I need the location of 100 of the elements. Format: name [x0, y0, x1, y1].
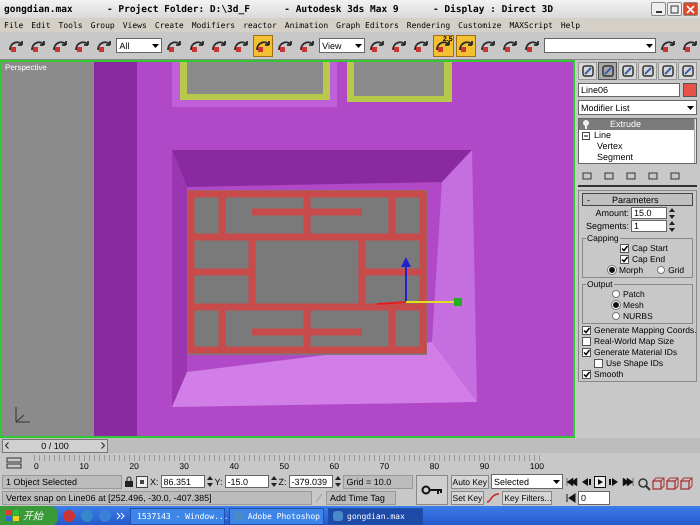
light-bulb-icon[interactable] [582, 120, 590, 129]
command-panel-tab[interactable] [678, 62, 697, 80]
time-slider-thumb[interactable]: 0 / 100 [2, 438, 108, 452]
menu-item[interactable]: Modifiers [192, 20, 236, 30]
current-frame-field[interactable]: 0 [578, 490, 610, 504]
dropdown[interactable]: All [116, 38, 162, 53]
right-chevron-icon[interactable] [101, 442, 105, 449]
maximize-button[interactable] [667, 2, 682, 16]
start-button[interactable]: 开始 [0, 506, 58, 525]
time-tag-field[interactable]: Add Time Tag [326, 490, 396, 504]
checkbox[interactable] [582, 348, 591, 356]
play-icon[interactable] [594, 476, 606, 488]
go-to-start-icon[interactable] [566, 476, 578, 486]
cube-icon[interactable] [651, 477, 666, 491]
menu-item[interactable]: Edit [31, 20, 51, 30]
absolute-mode-icon[interactable] [136, 476, 148, 488]
key-mode-dropdown[interactable]: Selected [491, 474, 564, 489]
cube-icon[interactable] [679, 477, 694, 491]
curved-arrow-icon [299, 38, 316, 52]
radio-button[interactable] [612, 312, 620, 320]
z-coordinate-field[interactable]: -379.039 [288, 475, 333, 488]
stack-item[interactable]: Extrude [579, 119, 694, 130]
curved-arrow-icon [188, 38, 204, 52]
segments-spinner-field[interactable]: 1 [631, 220, 667, 232]
checkbox[interactable] [582, 336, 591, 346]
menu-item[interactable]: File [4, 20, 24, 30]
key-tangent-icon[interactable] [486, 492, 500, 504]
toolbar-button[interactable] [252, 34, 273, 56]
modifier-list-dropdown[interactable]: Modifier List [578, 100, 697, 115]
taskbar-button[interactable]: Adobe Photoshop [229, 508, 324, 524]
object-color-swatch[interactable] [683, 83, 697, 97]
menu-item[interactable]: Animation [284, 20, 328, 30]
curve-editor-icon[interactable] [4, 456, 24, 470]
dropdown[interactable]: View [319, 38, 366, 53]
object-name-field[interactable]: Line06 [578, 83, 680, 97]
checkbox[interactable] [620, 244, 629, 252]
previous-frame-icon[interactable] [580, 476, 592, 486]
radio-button[interactable] [612, 290, 620, 298]
key-filters-button[interactable]: Key Filters... [502, 490, 552, 504]
checkbox[interactable] [582, 326, 591, 334]
rollout-header[interactable]: - Parameters [582, 193, 693, 206]
taskbar-button[interactable]: 1537143 - Window... [130, 508, 225, 524]
stack-item[interactable]: Line [579, 130, 694, 141]
checkbox[interactable] [582, 370, 591, 378]
x-coordinate-field[interactable]: 86.351 [160, 475, 205, 488]
square-icon [669, 171, 681, 181]
toolbar-button[interactable] [456, 34, 476, 56]
menu-item[interactable]: Help [560, 20, 580, 30]
checkbox-label: Use Shape IDs [606, 358, 664, 368]
collapse-icon[interactable] [582, 132, 590, 140]
radio-label: NURBS [623, 311, 653, 321]
key-mode-icon[interactable] [566, 492, 576, 502]
command-panel-tab[interactable] [578, 62, 597, 80]
y-coordinate-field[interactable]: -15.0 [224, 475, 269, 488]
track-bar[interactable]: 0 10 20 30 40 50 60 70 80 90 100 [34, 454, 544, 472]
amount-spinner-field[interactable]: 15.0 [631, 207, 667, 219]
command-panel-tab[interactable] [638, 62, 657, 80]
auto-key-button[interactable]: Auto Key [450, 474, 490, 488]
menu-item[interactable]: Customize [458, 20, 502, 30]
command-panel-tab[interactable] [598, 62, 617, 80]
menu-item[interactable]: Views [122, 20, 147, 30]
spinner-arrows-icon[interactable] [669, 208, 675, 218]
checkbox[interactable] [620, 254, 629, 264]
taskbar-button[interactable]: gongdian.max [328, 508, 423, 524]
curved-arrow-icon [458, 38, 474, 52]
rollout-toggle[interactable]: - [587, 194, 590, 204]
close-button[interactable] [683, 2, 698, 16]
menu-item[interactable]: Group [90, 20, 115, 30]
frame-number: 100 [530, 460, 544, 470]
go-to-end-icon[interactable] [622, 476, 634, 486]
spinner-arrows-icon[interactable] [206, 476, 213, 487]
radio-button[interactable] [657, 266, 666, 274]
minimize-button[interactable] [651, 2, 666, 16]
stack-sub-item[interactable]: Vertex [579, 141, 694, 152]
spinner-arrows-icon[interactable] [669, 220, 675, 232]
checkbox[interactable] [594, 358, 603, 368]
menu-item[interactable]: Create [154, 20, 184, 30]
zoom-icon[interactable] [637, 477, 652, 491]
set-key-button[interactable] [416, 474, 448, 504]
scrollbar[interactable] [694, 119, 696, 163]
menu-item[interactable]: Rendering [406, 20, 450, 30]
menu-item[interactable]: Graph Editors [336, 20, 399, 30]
spinner-arrows-icon[interactable] [334, 476, 341, 487]
menu-item[interactable]: reactor [243, 20, 277, 30]
lock-icon[interactable] [124, 476, 134, 488]
spinner-arrows-icon[interactable] [270, 476, 277, 487]
menu-item[interactable]: Tools [58, 20, 83, 30]
cube-icon[interactable] [665, 477, 680, 491]
coordinate-label: X: [150, 476, 159, 486]
dropdown[interactable] [544, 38, 656, 53]
set-key-text-button[interactable]: Set Key [450, 490, 484, 504]
left-chevron-icon[interactable] [5, 442, 9, 449]
next-frame-icon[interactable] [608, 476, 620, 486]
stack-sub-item[interactable]: Segment [579, 152, 694, 163]
chevron-icon[interactable] [116, 511, 126, 521]
pencil-square-icon [680, 64, 694, 78]
menu-item[interactable]: MAXScript [510, 20, 553, 30]
command-panel-tab[interactable] [658, 62, 677, 80]
radio-label: Patch [623, 289, 645, 299]
command-panel-tab[interactable] [618, 62, 637, 80]
